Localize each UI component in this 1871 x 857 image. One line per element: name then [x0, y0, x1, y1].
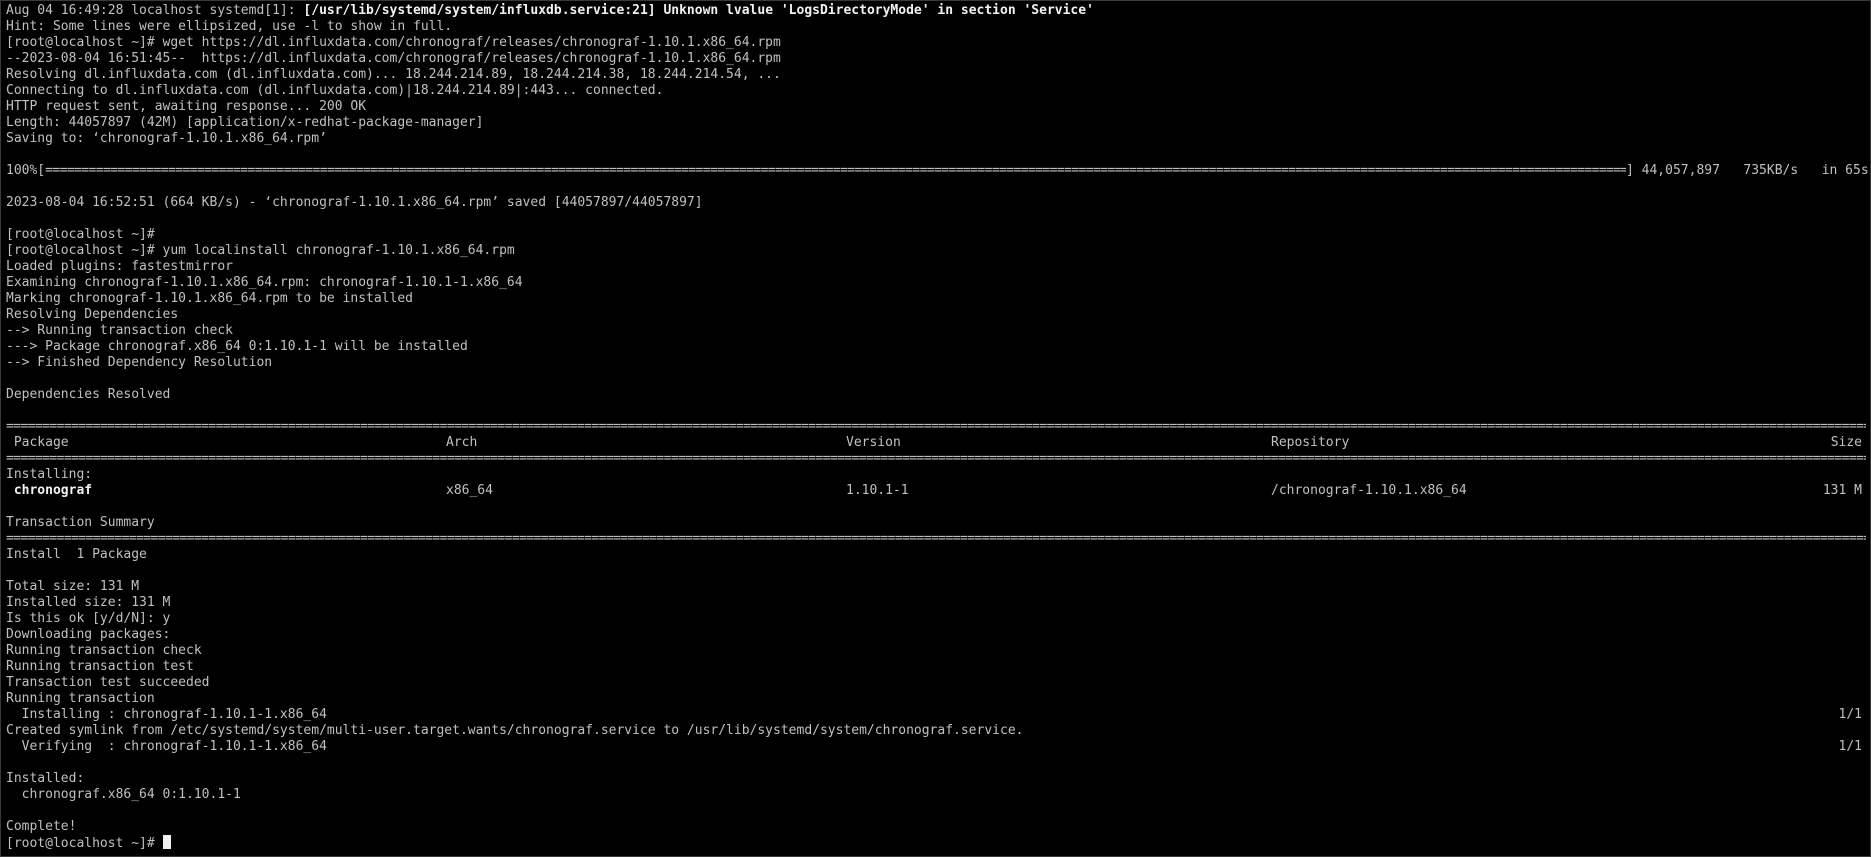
- plugins-line: Loaded plugins: fastestmirror: [6, 259, 233, 274]
- examining-line: Examining chronograf-1.10.1.x86_64.rpm: …: [6, 275, 523, 290]
- table-row: chronograf x86_64 1.10.1-1 /chronograf-1…: [6, 483, 1866, 499]
- running-test-line: Running transaction test: [6, 659, 194, 674]
- finished-resolution-line: --> Finished Dependency Resolution: [6, 355, 273, 370]
- test-succeeded-line: Transaction test succeeded: [6, 675, 210, 690]
- deps-resolved-line: Dependencies Resolved: [6, 387, 171, 402]
- text-cursor: [162, 835, 171, 849]
- package-line: ---> Package chronograf.x86_64 0:1.10.1-…: [6, 339, 468, 354]
- download-bytes: ] 44,057,897: [1626, 163, 1720, 178]
- saving-line: Saving to: ‘chronograf-1.10.1.x86_64.rpm…: [6, 131, 327, 146]
- verifying-step-count: 1/1: [1838, 739, 1862, 754]
- installing-step-count: 1/1: [1838, 707, 1862, 722]
- header-size: Size: [1830, 435, 1862, 450]
- row-size: 131 M: [1822, 483, 1862, 498]
- download-progress-bar: ========================================…: [45, 163, 1626, 178]
- download-speed: 735KB/s: [1743, 163, 1799, 178]
- wget-start-line: --2023-08-04 16:51:45-- https://dl.influ…: [6, 51, 781, 66]
- yum-command-line: [root@localhost ~]# yum localinstall chr…: [6, 243, 515, 258]
- hint-line: Hint: Some lines were ellipsized, use -l…: [6, 19, 453, 34]
- verifying-step-text: Verifying : chronograf-1.10.1-1.x86_64: [6, 739, 327, 754]
- installed-package-line: chronograf.x86_64 0:1.10.1-1: [6, 787, 241, 802]
- row-package: chronograf: [6, 483, 93, 498]
- marking-line: Marking chronograf-1.10.1.x86_64.rpm to …: [6, 291, 413, 306]
- table-header-row: Package Arch Version Repository Size: [6, 435, 1866, 451]
- prompt-line: [root@localhost ~]#: [6, 227, 155, 242]
- separator-line: ========================================…: [6, 531, 1866, 546]
- active-prompt-line[interactable]: [root@localhost ~]#: [6, 835, 1866, 851]
- installing-step-line: Installing : chronograf-1.10.1-1.x86_64 …: [6, 707, 1866, 723]
- separator-line: ========================================…: [6, 419, 1866, 434]
- verifying-step-line: Verifying : chronograf-1.10.1-1.x86_64 1…: [6, 739, 1866, 755]
- installing-label: Installing:: [6, 467, 93, 482]
- connecting-line: Connecting to dl.influxdata.com (dl.infl…: [6, 83, 664, 98]
- length-line: Length: 44057897 (42M) [application/x-re…: [6, 115, 484, 130]
- log-text: Aug 04 16:49:28 localhost systemd[1]:: [6, 3, 304, 18]
- http-response-line: HTTP request sent, awaiting response... …: [6, 99, 367, 114]
- row-version: 1.10.1-1: [846, 483, 909, 498]
- download-eta: in 65s: [1821, 163, 1869, 178]
- download-stats: ] 44,057,897 735KB/s in 65s: [1626, 163, 1869, 179]
- warning-text: [/usr/lib/systemd/system/influxdb.servic…: [303, 3, 1094, 18]
- installed-label: Installed:: [6, 771, 85, 786]
- installing-step-text: Installing : chronograf-1.10.1-1.x86_64: [6, 707, 327, 722]
- total-size-line: Total size: 131 M: [6, 579, 140, 594]
- symlink-line: Created symlink from /etc/systemd/system…: [6, 723, 1024, 738]
- row-arch: x86_64: [446, 483, 493, 498]
- prompt-text: [root@localhost ~]#: [6, 836, 163, 851]
- log-line: Aug 04 16:49:28 localhost systemd[1]: [/…: [6, 3, 1866, 19]
- installed-size-line: Installed size: 131 M: [6, 595, 171, 610]
- saved-line: 2023-08-04 16:52:51 (664 KB/s) - ‘chrono…: [6, 195, 703, 210]
- separator-line: ========================================…: [6, 451, 1866, 466]
- resolving-deps-line: Resolving Dependencies: [6, 307, 179, 322]
- install-count-line: Install 1 Package: [6, 547, 147, 562]
- header-package: Package: [6, 435, 69, 450]
- wget-command-line: [root@localhost ~]# wget https://dl.infl…: [6, 35, 781, 50]
- row-repository: /chronograf-1.10.1.x86_64: [1271, 483, 1467, 498]
- header-version: Version: [846, 435, 901, 450]
- download-percent: 100%[: [6, 163, 46, 178]
- running-transaction-line: Running transaction: [6, 691, 155, 706]
- download-progress-line: 100%[ ==================================…: [6, 163, 1869, 179]
- terminal-window[interactable]: Aug 04 16:49:28 localhost systemd[1]: [/…: [0, 0, 1871, 857]
- running-check-line: Running transaction check: [6, 643, 202, 658]
- resolving-line: Resolving dl.influxdata.com (dl.influxda…: [6, 67, 781, 82]
- downloading-line: Downloading packages:: [6, 627, 171, 642]
- transaction-check-line: --> Running transaction check: [6, 323, 233, 338]
- confirm-line: Is this ok [y/d/N]: y: [6, 611, 171, 626]
- summary-label: Transaction Summary: [6, 515, 155, 530]
- header-arch: Arch: [446, 435, 478, 450]
- header-repository: Repository: [1271, 435, 1350, 450]
- complete-line: Complete!: [6, 819, 77, 834]
